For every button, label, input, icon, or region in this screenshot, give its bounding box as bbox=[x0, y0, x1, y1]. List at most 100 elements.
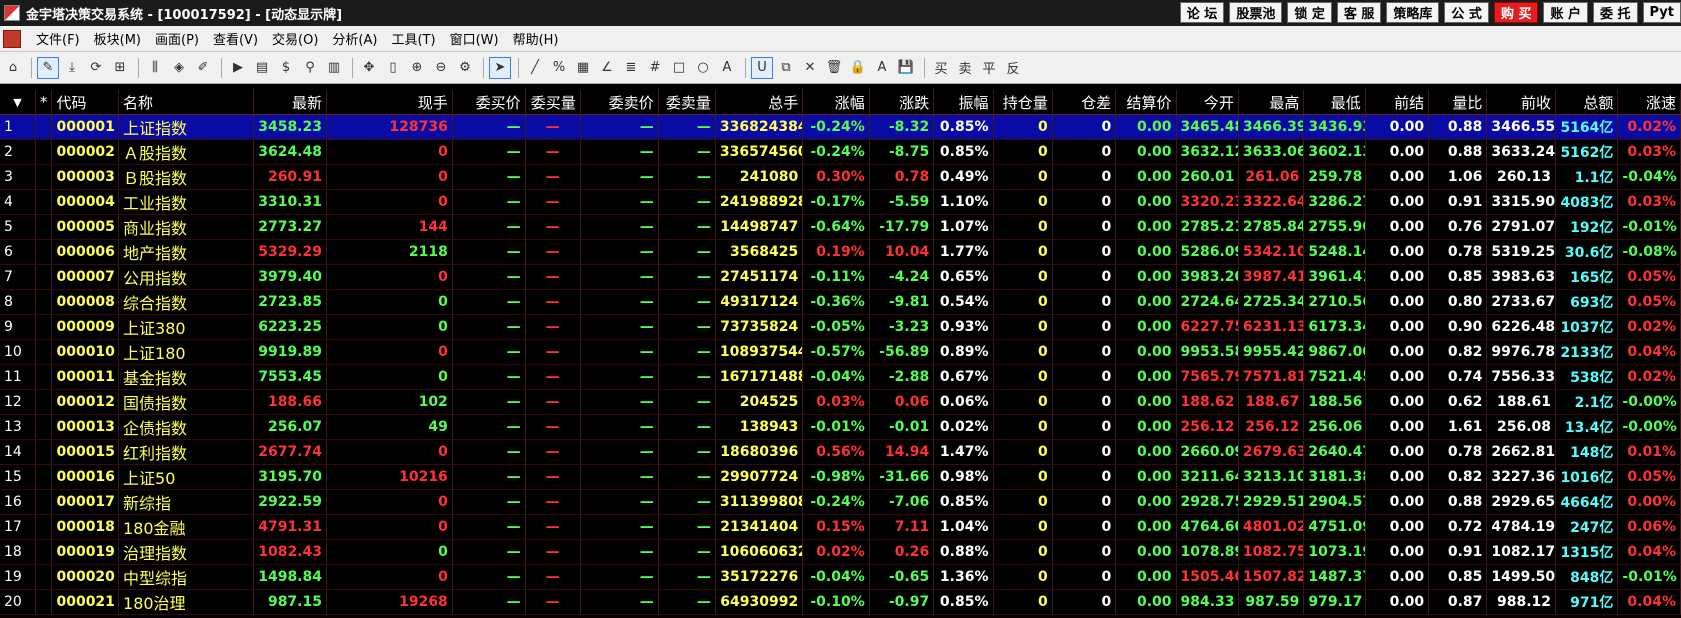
table-row[interactable]: 17 000018 180金融 4791.31 0— — — —21341404 0.15% 7.… bbox=[0, 514, 1681, 541]
title-button-0[interactable]: 论 坛 bbox=[1179, 2, 1225, 23]
column-header[interactable]: 名称 bbox=[118, 90, 255, 116]
zoom-out-icon[interactable]: ⊖ bbox=[430, 57, 452, 79]
pen-icon[interactable]: ✎ bbox=[37, 56, 59, 79]
circle-icon[interactable]: ○ bbox=[692, 57, 714, 79]
cursor-icon[interactable]: ➤ bbox=[489, 56, 511, 79]
column-header[interactable]: 振幅 bbox=[933, 90, 994, 116]
column-header[interactable]: 委卖量 bbox=[658, 90, 716, 116]
table-row[interactable]: 12 000012 国债指数 188.66 102— — — —204525 0.03% 0.06… bbox=[0, 389, 1681, 416]
column-header[interactable]: 委卖价 bbox=[580, 90, 659, 116]
move-icon[interactable]: ✥ bbox=[358, 57, 380, 79]
table-row[interactable]: 9 000009 上证380 6223.25 0— — — —73735824 -0.05% -3… bbox=[0, 314, 1681, 341]
fib-icon[interactable]: ≣ bbox=[620, 57, 642, 79]
settings-icon[interactable]: ⚙ bbox=[454, 57, 476, 79]
dollar-icon[interactable]: $ bbox=[275, 57, 297, 79]
column-header[interactable]: * bbox=[35, 90, 53, 116]
trade-button-0[interactable]: 买 bbox=[930, 57, 952, 79]
table-row[interactable]: 8 000008 综合指数 2723.85 0— — — —49317124 -0.36% -9.… bbox=[0, 289, 1681, 316]
copy-icon[interactable]: ⧉ bbox=[775, 57, 797, 79]
rect-icon[interactable]: □ bbox=[668, 57, 690, 79]
table-row[interactable]: 10 000010 上证180 9919.89 0— — — —108937544 -0.57%… bbox=[0, 339, 1681, 366]
chart-bars-icon[interactable]: ▥ bbox=[323, 57, 345, 79]
menu-item-4[interactable]: 交易(O) bbox=[265, 29, 325, 48]
text-icon[interactable]: A bbox=[716, 57, 738, 79]
title-button-6[interactable]: 购 买 bbox=[1493, 2, 1539, 23]
trade-button-3[interactable]: 反 bbox=[1002, 57, 1024, 79]
lock-icon[interactable]: 🔒 bbox=[847, 57, 869, 79]
title-button-7[interactable]: 账 户 bbox=[1543, 2, 1588, 23]
table-row[interactable]: 16 000017 新综指 2922.59 0— — — —311399808 -0.24% -7… bbox=[0, 489, 1681, 516]
column-header[interactable]: 结算价 bbox=[1115, 90, 1177, 116]
menu-item-7[interactable]: 窗口(W) bbox=[443, 29, 506, 48]
column-header[interactable]: 总额 bbox=[1555, 90, 1619, 116]
table-row[interactable]: 20 000021 180治理 987.15 19268— — — —64930992 -0.1… bbox=[0, 589, 1681, 616]
percent-icon[interactable]: % bbox=[548, 57, 570, 79]
hash-icon[interactable]: # bbox=[644, 57, 666, 79]
title-button-5[interactable]: 公 式 bbox=[1444, 2, 1489, 23]
column-header[interactable]: 仓差 bbox=[1052, 90, 1117, 116]
color-icon[interactable]: A bbox=[871, 57, 893, 79]
column-header[interactable]: 涨跌 bbox=[869, 90, 935, 116]
menu-item-6[interactable]: 工具(T) bbox=[384, 29, 442, 48]
layout-grid-icon[interactable]: ⊞ bbox=[109, 57, 131, 79]
table-row[interactable]: 15 000016 上证50 3195.70 10216— — — —29907724 -0.9… bbox=[0, 464, 1681, 491]
table-row[interactable]: 3 000003 Ｂ股指数 260.91 0— — — —241080 0.30% 0.78 0.4… bbox=[0, 164, 1681, 191]
column-header[interactable]: 涨速 bbox=[1617, 90, 1681, 116]
table-row[interactable]: 11 000011 基金指数 7553.45 0— — — —167171488 -0.04% -… bbox=[0, 364, 1681, 391]
table-row[interactable]: 6 000006 地产指数 5329.29 2118— — — —3568425 0.19% 10… bbox=[0, 239, 1681, 266]
column-header[interactable]: 总手 bbox=[715, 90, 804, 116]
title-button-9[interactable]: Pyt bbox=[1642, 2, 1681, 23]
diamond-icon[interactable]: ◈ bbox=[168, 57, 190, 79]
title-button-4[interactable]: 策略库 bbox=[1386, 2, 1440, 23]
table-row[interactable]: 2 000002 Ａ股指数 3624.48 0— — — —336574560 -0.24% -8… bbox=[0, 139, 1681, 166]
menu-item-2[interactable]: 画面(P) bbox=[148, 29, 206, 48]
menu-item-0[interactable]: 文件(F) bbox=[29, 29, 87, 48]
table-row[interactable]: 4 000004 工业指数 3310.31 0— — — —241988928 -0.17% -5… bbox=[0, 189, 1681, 216]
play-icon[interactable]: ▶ bbox=[227, 57, 249, 79]
menu-item-1[interactable]: 板块(M) bbox=[87, 29, 148, 48]
save-icon[interactable]: 💾 bbox=[895, 57, 917, 79]
delete-icon[interactable]: ✕ bbox=[799, 57, 821, 79]
table-row[interactable]: 18 000019 治理指数 1082.43 0— — — —106060632 0.02% 0.… bbox=[0, 539, 1681, 566]
column-header[interactable]: 委买价 bbox=[452, 90, 526, 116]
bars-icon[interactable]: ▦ bbox=[572, 57, 594, 79]
refresh-icon[interactable]: ⟳ bbox=[85, 57, 107, 79]
column-header[interactable]: 现手 bbox=[326, 90, 453, 116]
column-header[interactable]: 今开 bbox=[1176, 90, 1239, 116]
title-button-3[interactable]: 客 服 bbox=[1336, 2, 1382, 23]
sort-dropdown[interactable]: ▼ bbox=[0, 90, 36, 116]
column-header[interactable]: 委买量 bbox=[525, 90, 581, 116]
menu-item-3[interactable]: 查看(V) bbox=[206, 29, 265, 48]
table-row[interactable]: 7 000007 公用指数 3979.40 0— — — —27451174 -0.11% -4.… bbox=[0, 264, 1681, 291]
column-header[interactable]: 最高 bbox=[1238, 90, 1305, 116]
column-header[interactable]: 持仓量 bbox=[993, 90, 1053, 116]
column-header[interactable]: 前收 bbox=[1486, 90, 1557, 116]
column-header[interactable]: 涨幅 bbox=[802, 90, 870, 116]
zoom-in-icon[interactable]: ⊕ bbox=[406, 57, 428, 79]
column-header[interactable]: 前结 bbox=[1365, 90, 1430, 116]
title-button-2[interactable]: 锁 定 bbox=[1287, 2, 1332, 23]
home-icon[interactable]: ⌂ bbox=[2, 57, 24, 79]
menu-item-8[interactable]: 帮助(H) bbox=[506, 29, 566, 48]
line-icon[interactable]: ╱ bbox=[524, 57, 546, 79]
filter-icon[interactable]: ⚲ bbox=[299, 57, 321, 79]
candle-icon[interactable]: ⫼ bbox=[144, 57, 166, 79]
menu-item-5[interactable]: 分析(A) bbox=[325, 29, 384, 48]
table-row[interactable]: 19 000020 中型综指 1498.84 0— — — —35172276 -0.04% -0… bbox=[0, 564, 1681, 591]
table-row[interactable]: 5 000005 商业指数 2773.27 144— — — —14498747 -0.64% -… bbox=[0, 214, 1681, 241]
edit-icon[interactable]: ✐ bbox=[192, 57, 214, 79]
trade-button-2[interactable]: 平 bbox=[978, 57, 1000, 79]
trash-icon[interactable]: 🗑 bbox=[823, 57, 845, 79]
download-icon[interactable]: ⤓ bbox=[61, 57, 83, 79]
angle-icon[interactable]: ∠ bbox=[596, 57, 618, 79]
table-row[interactable]: 13 000013 企债指数 256.07 49— — — —138943 -0.01% -0.0… bbox=[0, 414, 1681, 441]
column-header[interactable]: 代码 bbox=[51, 90, 120, 116]
column-header[interactable]: 最新 bbox=[253, 90, 327, 116]
column-header[interactable]: 量比 bbox=[1428, 90, 1488, 116]
document-icon[interactable]: ▤ bbox=[251, 57, 273, 79]
table-row[interactable]: 1 000001 上证指数 3458.23 128736— — — —336824384 -0.… bbox=[0, 114, 1681, 141]
title-button-8[interactable]: 委 托 bbox=[1593, 2, 1638, 23]
ruler-icon[interactable]: ▯ bbox=[382, 57, 404, 79]
table-row[interactable]: 14 000015 红利指数 2677.74 0— — — —18680396 0.56% 14.… bbox=[0, 439, 1681, 466]
trade-button-1[interactable]: 卖 bbox=[954, 57, 976, 79]
